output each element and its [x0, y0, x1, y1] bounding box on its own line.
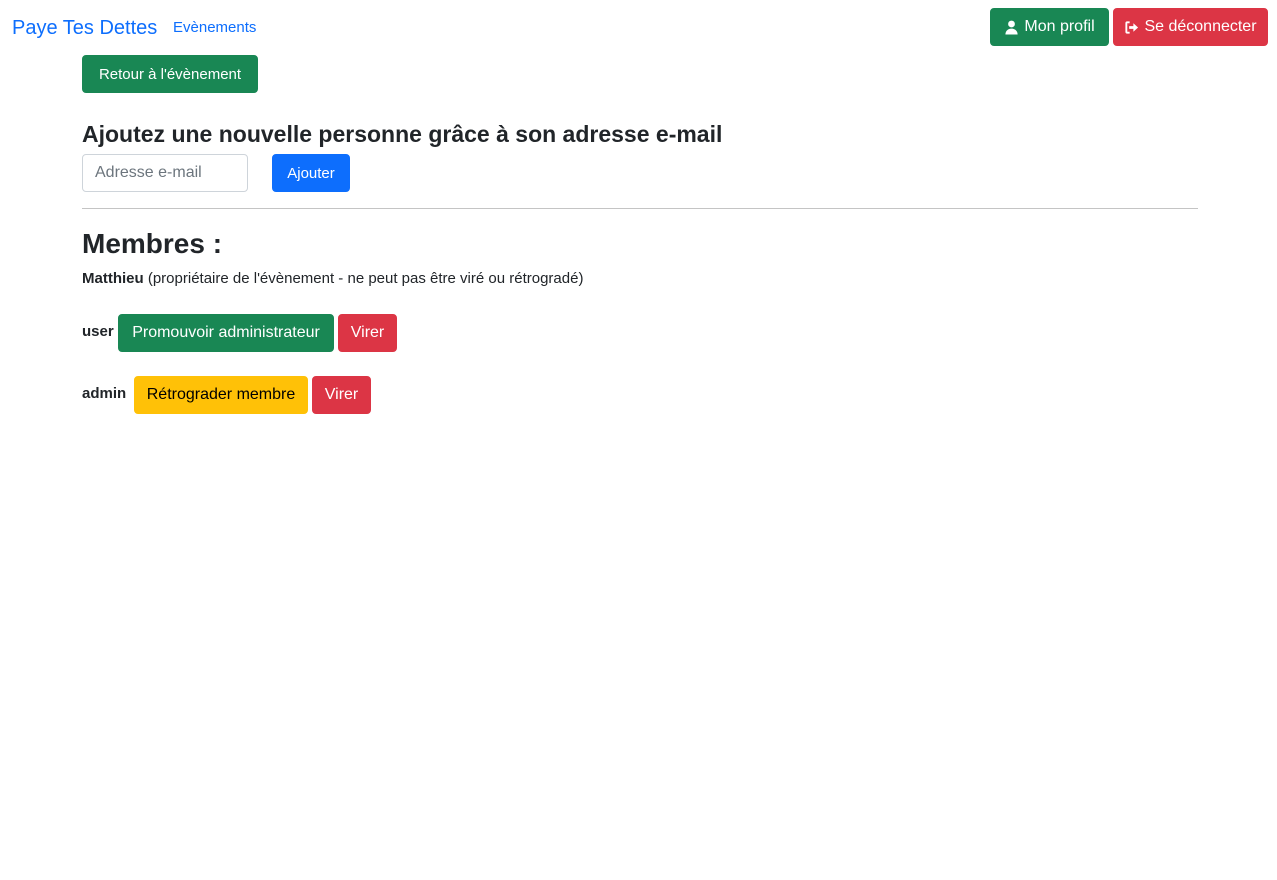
- profile-button[interactable]: Mon profil: [990, 8, 1109, 46]
- kick-member-button[interactable]: Virer: [338, 314, 397, 352]
- members-title: Membres :: [82, 228, 223, 259]
- navbar: Paye Tes Dettes Evènements Mon profil Se…: [0, 0, 1277, 55]
- brand-link[interactable]: Paye Tes Dettes: [12, 15, 157, 41]
- logout-button[interactable]: Se déconnecter: [1113, 8, 1268, 46]
- profile-button-label: Mon profil: [1024, 18, 1095, 35]
- demote-member-button[interactable]: Rétrograder membre: [134, 376, 308, 414]
- email-input[interactable]: [82, 154, 248, 192]
- add-member-heading: Ajoutez une nouvelle personne grâce à so…: [82, 121, 723, 147]
- add-member-button[interactable]: Ajouter: [272, 154, 350, 192]
- back-to-event-button[interactable]: Retour à l'évènement: [82, 55, 258, 93]
- user-icon: [1004, 20, 1019, 35]
- logout-button-label: Se déconnecter: [1144, 18, 1257, 35]
- kick-member-button[interactable]: Virer: [312, 376, 371, 414]
- nav-link-events[interactable]: Evènements: [173, 18, 256, 38]
- sign-out-icon: [1124, 20, 1139, 35]
- member-name: admin: [82, 385, 127, 402]
- owner-line: Matthieu (propriétaire de l'évènement - …: [82, 269, 583, 289]
- divider: [82, 208, 1198, 209]
- owner-note: (propriétaire de l'évènement - ne peut p…: [147, 270, 584, 287]
- owner-name: Matthieu: [82, 270, 144, 287]
- promote-admin-button[interactable]: Promouvoir administrateur: [118, 314, 334, 352]
- member-name: user: [82, 323, 114, 340]
